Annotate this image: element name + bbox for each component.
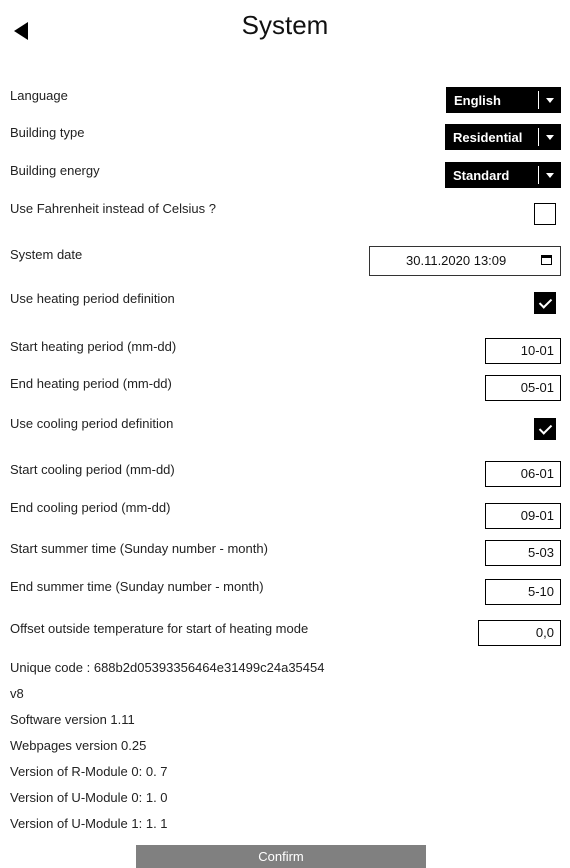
u-module-1-version-text: Version of U-Module 1: 1. 1 [10, 816, 168, 831]
language-select-value: English [454, 92, 501, 108]
building-type-select-value: Residential [453, 129, 523, 145]
start-heating-label: Start heating period (mm-dd) [10, 339, 177, 354]
system-date-label: System date [10, 247, 83, 262]
end-summer-input[interactable]: 5-10 [485, 579, 561, 605]
end-heating-label: End heating period (mm-dd) [10, 376, 172, 391]
end-summer-label: End summer time (Sunday number - month) [10, 579, 264, 594]
calendar-icon[interactable] [541, 255, 552, 265]
language-label: Language [10, 88, 68, 103]
use-heating-period-checkbox[interactable] [534, 292, 556, 314]
offset-outside-input[interactable]: 0,0 [478, 620, 561, 646]
building-energy-select-value: Standard [453, 167, 510, 183]
building-type-label: Building type [10, 125, 85, 140]
building-energy-select[interactable]: Standard [445, 162, 561, 188]
unique-code-text: Unique code : 688b2d05393356464e31499c24… [10, 660, 325, 675]
use-cooling-period-checkbox[interactable] [534, 418, 556, 440]
language-select[interactable]: English [446, 87, 561, 113]
fahrenheit-checkbox[interactable] [534, 203, 556, 225]
offset-outside-label: Offset outside temperature for start of … [10, 621, 309, 636]
end-heating-input[interactable]: 05-01 [485, 375, 561, 401]
use-cooling-period-label: Use cooling period definition [10, 416, 174, 431]
start-summer-label: Start summer time (Sunday number - month… [10, 541, 268, 556]
system-date-value: 30.11.2020 13:09 [406, 253, 507, 268]
page-title: System [241, 10, 329, 40]
use-heating-period-label: Use heating period definition [10, 291, 175, 306]
fahrenheit-label: Use Fahrenheit instead of Celsius ? [10, 201, 216, 216]
u-module-0-version-text: Version of U-Module 0: 1. 0 [10, 790, 168, 805]
building-type-select[interactable]: Residential [445, 124, 561, 150]
software-version-text: Software version 1.11 [10, 712, 135, 727]
start-cooling-label: Start cooling period (mm-dd) [10, 462, 175, 477]
end-cooling-label: End cooling period (mm-dd) [10, 500, 171, 515]
end-cooling-input[interactable]: 09-01 [485, 503, 561, 529]
start-summer-input[interactable]: 5-03 [485, 540, 561, 566]
start-heating-input[interactable]: 10-01 [485, 338, 561, 364]
chevron-down-icon [539, 135, 561, 140]
confirm-button[interactable]: Confirm [136, 845, 426, 868]
building-energy-label: Building energy [10, 163, 100, 178]
chevron-down-icon [539, 173, 561, 178]
system-date-input[interactable]: 30.11.2020 13:09 [369, 246, 561, 276]
chevron-down-icon [539, 98, 561, 103]
webpages-version-text: Webpages version 0.25 [10, 738, 147, 753]
start-cooling-input[interactable]: 06-01 [485, 461, 561, 487]
v-text: v8 [10, 686, 24, 701]
r-module-0-version-text: Version of R-Module 0: 0. 7 [10, 764, 168, 779]
